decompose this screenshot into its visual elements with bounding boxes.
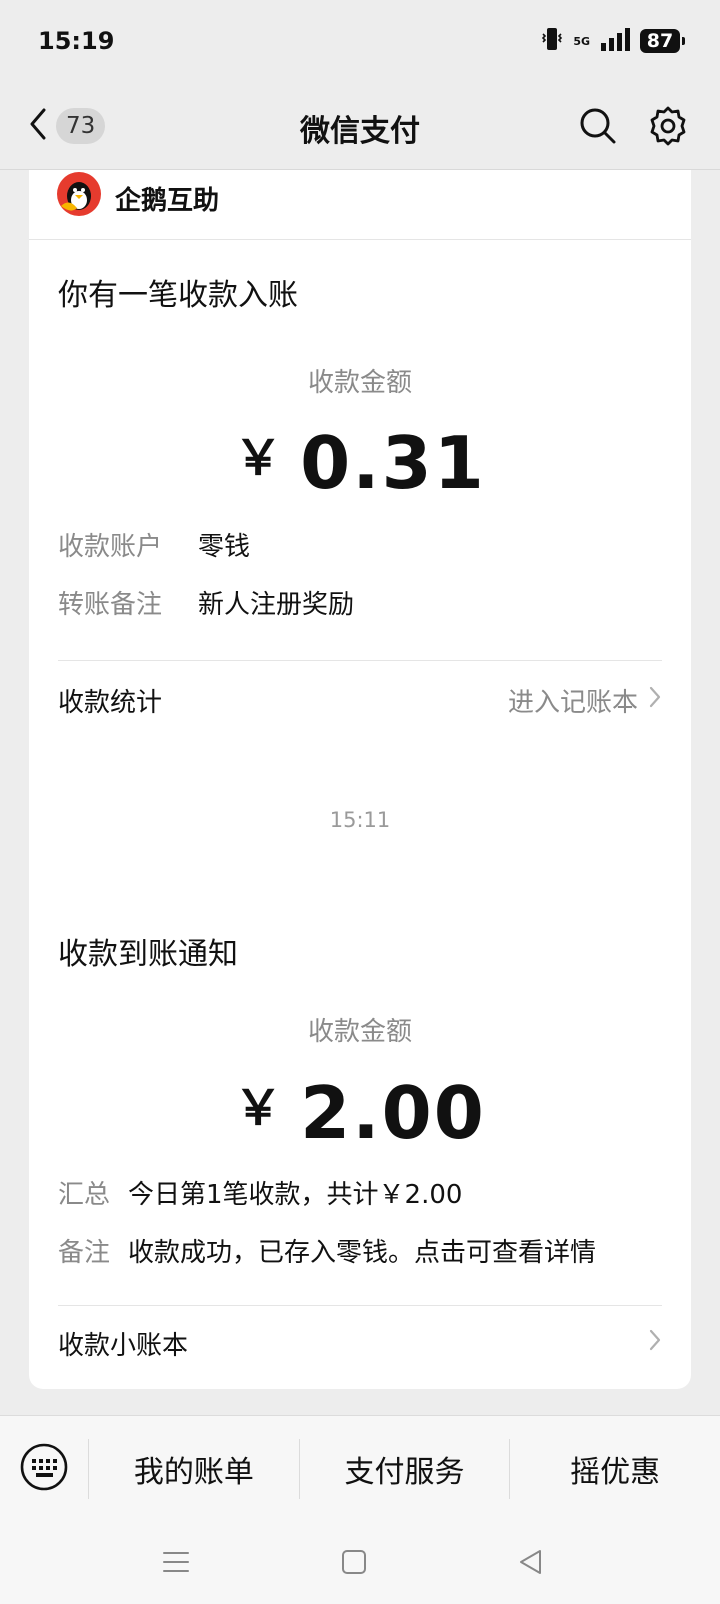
amount-label: 收款金额 — [307, 1017, 412, 1047]
system-nav-bar — [0, 1521, 720, 1604]
amount-value: ￥ 0.31 — [29, 418, 691, 505]
detail-row-note: 备注 收款成功，已存入零钱。点击可查看详情 — [58, 1232, 596, 1269]
row-label: 转账备注 — [58, 590, 163, 620]
amount-number: 2.00 — [300, 1071, 486, 1155]
keyboard-icon — [19, 1442, 69, 1496]
gear-icon[interactable] — [646, 104, 690, 148]
card-title: 收款到账通知 — [58, 937, 238, 972]
message-timestamp: 15:11 — [329, 808, 391, 832]
signal-icon — [600, 26, 630, 56]
keyboard-toggle-button[interactable] — [0, 1416, 88, 1522]
divider — [58, 1305, 662, 1306]
detail-row-account: 收款账户 零钱 — [58, 526, 250, 563]
status-icons: 5G 87 — [541, 26, 685, 56]
sender-avatar — [57, 172, 101, 216]
status-bar: 15:19 5G 87 — [0, 0, 720, 82]
battery-indicator: 87 — [640, 29, 685, 53]
detail-row-summary: 汇总 今日第1笔收款，共计￥2.00 — [58, 1174, 462, 1211]
menu-icon[interactable] — [161, 1547, 191, 1577]
payment-card-2[interactable]: 收款到账通知 收款金额 ￥ 2.00 汇总 今日第1笔收款，共计￥2.00 备注 … — [29, 875, 691, 1389]
row-value: 收款成功，已存入零钱。点击可查看详情 — [128, 1238, 597, 1268]
home-icon[interactable] — [339, 1547, 369, 1577]
amount-label: 收款金额 — [307, 368, 412, 398]
search-icon[interactable] — [576, 104, 620, 148]
network-label: 5G — [573, 34, 590, 48]
ledger-link[interactable]: 收款统计 进入记账本 — [58, 680, 662, 720]
message-list: 企鹅互助 你有一笔收款入账 收款金额 ￥ 0.31 收款账户 零钱 转账备注 新人… — [0, 170, 720, 1415]
row-label: 收款账户 — [58, 532, 163, 562]
footer-right — [648, 1328, 662, 1359]
row-value: 零钱 — [198, 532, 251, 562]
currency-symbol: ￥ — [234, 1080, 285, 1136]
divider — [58, 660, 662, 661]
amount-number: 0.31 — [300, 421, 486, 505]
currency-symbol: ￥ — [234, 430, 285, 486]
ledger-link-text: 进入记账本 — [507, 687, 638, 718]
status-time: 15:19 — [38, 27, 115, 55]
ledger-link[interactable]: 收款小账本 — [58, 1323, 662, 1363]
row-value: 今日第1笔收款，共计￥2.00 — [128, 1180, 463, 1210]
back-triangle-icon[interactable] — [516, 1547, 546, 1577]
vibrate-icon — [541, 26, 563, 56]
menu-payment-services[interactable]: 支付服务 — [298, 1438, 510, 1499]
footer-right: 进入记账本 — [508, 682, 662, 719]
chevron-right-icon — [648, 685, 662, 716]
detail-row-note: 转账备注 新人注册奖励 — [58, 584, 354, 621]
row-label: 备注 — [58, 1238, 111, 1268]
nav-bar: 73 微信支付 — [0, 82, 720, 170]
footer-label: 收款统计 — [58, 687, 163, 718]
footer-label: 收款小账本 — [58, 1330, 189, 1361]
card-header: 企鹅互助 — [29, 170, 691, 240]
bottom-menu: 我的账单 支付服务 摇优惠 — [0, 1415, 720, 1521]
chevron-right-icon — [648, 1328, 662, 1359]
row-value: 新人注册奖励 — [198, 590, 355, 620]
menu-shake-deals[interactable]: 摇优惠 — [509, 1438, 720, 1499]
menu-my-bills[interactable]: 我的账单 — [88, 1438, 299, 1499]
card-title: 你有一笔收款入账 — [58, 278, 298, 313]
sender-name: 企鹅互助 — [115, 186, 220, 216]
amount-value: ￥ 2.00 — [29, 1068, 691, 1155]
row-label: 汇总 — [58, 1180, 111, 1210]
